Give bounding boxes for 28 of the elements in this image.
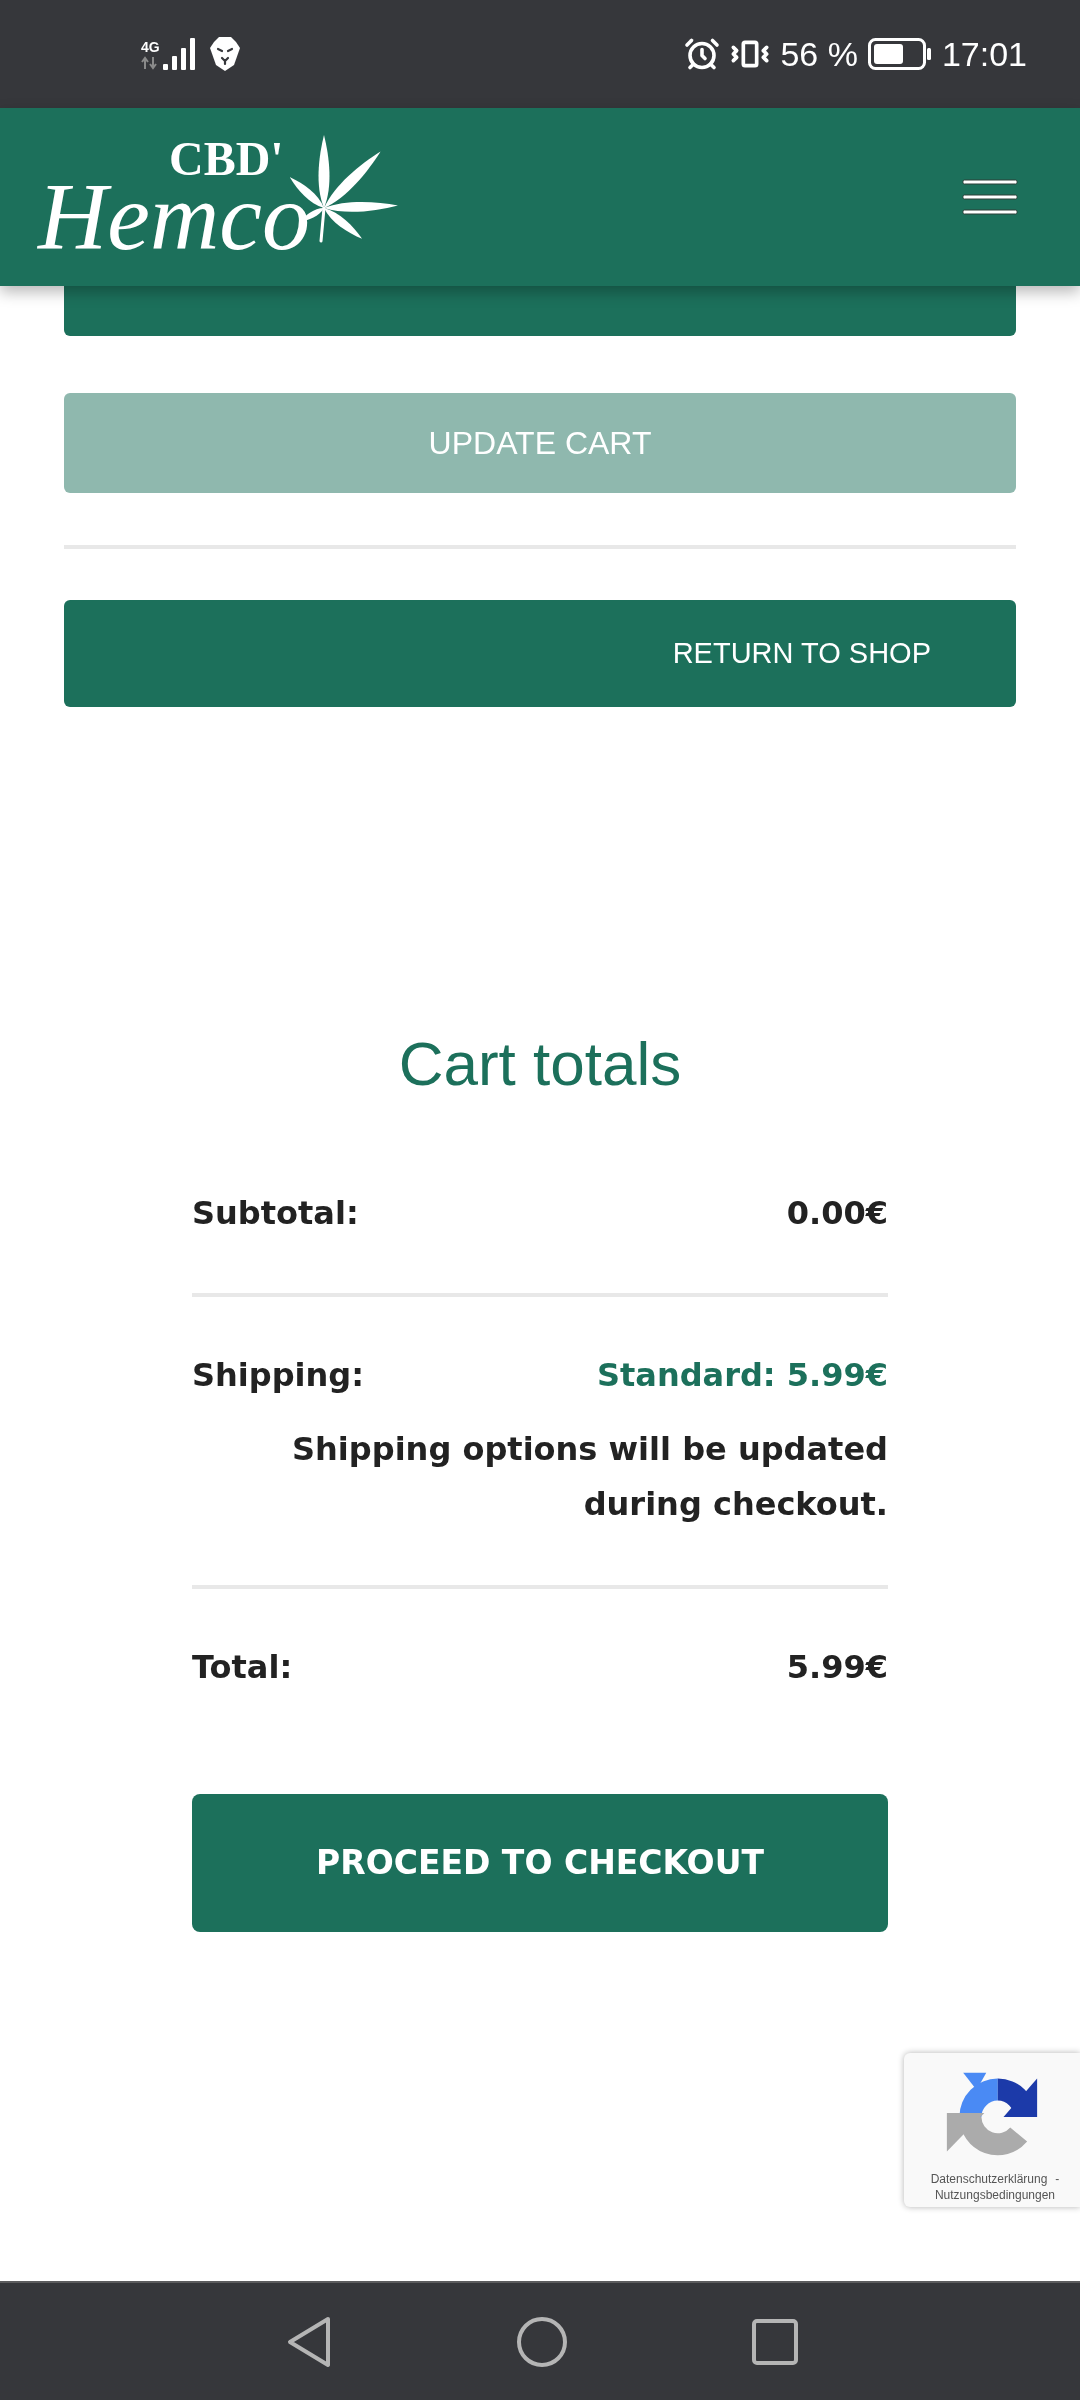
alarm-clock-icon (684, 36, 721, 72)
signal-icon (162, 38, 197, 70)
data-arrows-icon (141, 56, 157, 70)
link-separator: - (1055, 2171, 1060, 2187)
shipping-method: Standard: 5.99€ (596, 1355, 888, 1395)
network-type-text: 4G (141, 40, 160, 54)
menu-button[interactable] (962, 179, 1018, 215)
row-label: Shipping: (192, 1355, 365, 1395)
recents-icon[interactable] (752, 2318, 798, 2365)
amount-value: 0.00€ (786, 1193, 888, 1233)
logo-wordmark: CBD' (169, 141, 284, 177)
amount-value: 5.99€ (786, 1647, 888, 1687)
return-to-shop-button[interactable]: RETURN TO SHOP (64, 600, 1016, 707)
battery-percent: 56 % (780, 37, 858, 71)
checkout-button[interactable]: PROCEED TO CHECKOUT (192, 1794, 888, 1932)
home-icon[interactable] (516, 2315, 568, 2368)
battery-icon (867, 38, 932, 70)
shipping-note: Shipping options will be updated during checkout. (291, 1429, 888, 1525)
terms-link[interactable]: Nutzungsbedingungen (934, 2187, 1056, 2203)
menu-icon (962, 179, 1018, 215)
logo-wordmark: Hemco (38, 177, 310, 257)
privacy-link[interactable]: Datenschutzerklärung (930, 2171, 1048, 2187)
cart-totals-heading: Cart totals (397, 1033, 683, 1095)
clock-time: 17:01 (941, 37, 1027, 71)
row-label: Total: (192, 1647, 293, 1687)
back-icon[interactable] (286, 2314, 332, 2369)
row-label: Subtotal: (192, 1193, 359, 1233)
lion-shield-icon (208, 36, 241, 72)
